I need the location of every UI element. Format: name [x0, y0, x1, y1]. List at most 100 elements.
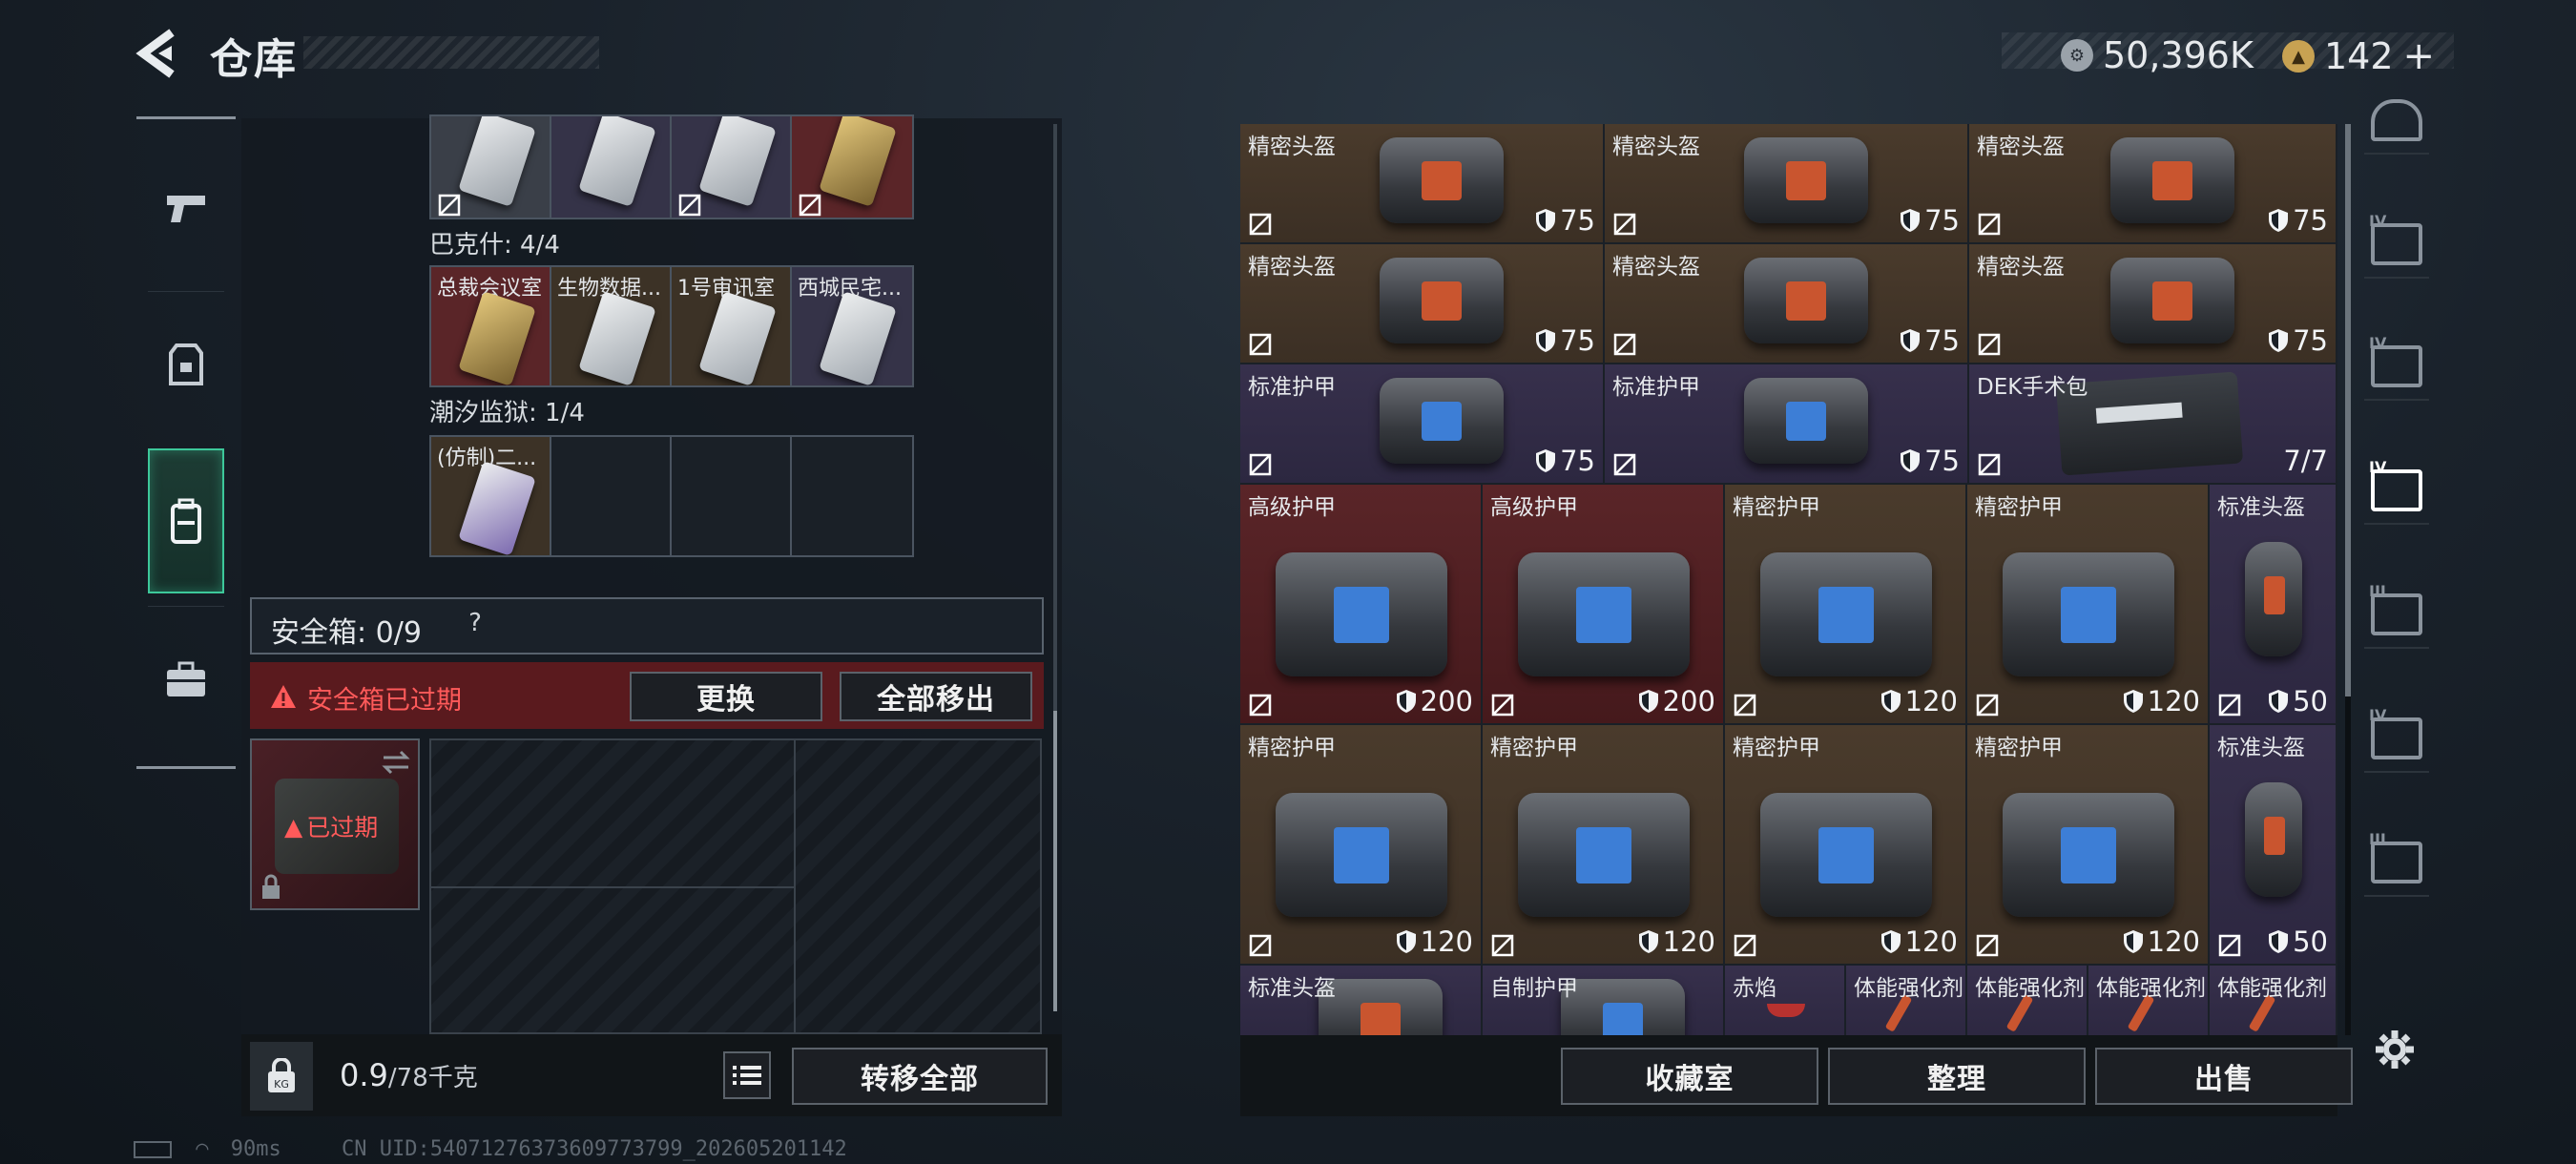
item-name: 精密头盔 — [1612, 255, 1700, 280]
storage-item[interactable]: 精密头盔 75 — [1969, 124, 2337, 244]
storage-item[interactable]: 精密头盔 75 — [1605, 124, 1969, 244]
empty-slot[interactable] — [672, 437, 792, 555]
item-name: 标准护甲 — [1612, 375, 1700, 400]
nav-case[interactable] — [148, 606, 224, 751]
durability-value: 120 — [1904, 685, 1958, 717]
item-durability: 50 — [2268, 925, 2328, 958]
item-name: 标准头盔 — [2217, 495, 2305, 520]
coupons-display[interactable]: ▲ 142 + — [2282, 34, 2435, 78]
storage-item[interactable]: 精密护甲 120 — [1725, 725, 1967, 966]
storage-scroll-thumb[interactable] — [2345, 124, 2351, 696]
category-iv-folder[interactable]: IV — [2364, 334, 2429, 401]
iii-map-icon: III — [2369, 830, 2422, 883]
storage-item[interactable]: 高级护甲 200 — [1483, 485, 1725, 725]
remove-all-button[interactable]: 全部移出 — [840, 672, 1032, 721]
storage-item[interactable]: 精密护甲 120 — [1240, 725, 1483, 966]
storage-item[interactable]: 赤焰 — [1725, 966, 1846, 1035]
durability-value: 50 — [2293, 925, 2328, 958]
storage-item[interactable]: 精密头盔 75 — [1240, 244, 1605, 364]
settings-gear-icon[interactable] — [2372, 1027, 2418, 1072]
expired-message: 安全箱已过期 — [307, 686, 462, 716]
storage-item[interactable]: 体能强化剂 — [1967, 966, 2088, 1035]
transfer-all-button[interactable]: 转移全部 — [792, 1048, 1048, 1105]
replace-button[interactable]: 更换 — [630, 672, 822, 721]
storage-item[interactable]: 标准头盔 50 — [2210, 485, 2337, 725]
storage-item[interactable]: 高级护甲 200 — [1240, 485, 1483, 725]
storage-item[interactable]: 精密头盔 75 — [1969, 244, 2337, 364]
keycard-slot[interactable]: 总裁会议室 — [431, 267, 551, 385]
category-iv-medkit[interactable]: IV — [2364, 458, 2429, 525]
item-durability: 120 — [1638, 925, 1715, 958]
storage-item[interactable]: 标准头盔 50 — [2210, 725, 2337, 966]
keycard-slot[interactable] — [431, 116, 551, 218]
keycard-slot[interactable] — [792, 116, 912, 218]
helmet-image — [1744, 137, 1868, 223]
armor-plate — [1786, 161, 1826, 200]
no-bind-icon — [2217, 933, 2242, 958]
storage-item[interactable]: 体能强化剂 — [1846, 966, 1967, 1035]
keycard-slot[interactable]: 1号审讯室 — [672, 267, 792, 385]
empty-slot[interactable] — [551, 437, 672, 555]
storage-item[interactable]: 自制护甲 — [1483, 966, 1725, 1035]
durability-value: 120 — [2147, 925, 2200, 958]
durability-value: 120 — [1904, 925, 1958, 958]
item-name: 体能强化剂 — [2096, 976, 2206, 1001]
empty-slot[interactable] — [792, 437, 912, 555]
storage-item[interactable]: 标准护甲 75 — [1240, 364, 1605, 485]
category-iv-armor[interactable]: IV — [2364, 212, 2429, 279]
armor-plate — [2152, 161, 2192, 200]
item-durability: 120 — [2123, 925, 2200, 958]
storage-item[interactable]: 精密护甲 120 — [1725, 485, 1967, 725]
category-iii-tool[interactable]: III — [2364, 582, 2429, 649]
no-bind-icon — [1248, 332, 1273, 357]
safe-case-slot[interactable]: ▲ 已过期 — [250, 738, 420, 910]
keycard-slot[interactable] — [672, 116, 792, 218]
storage-item[interactable]: 标准头盔 — [1240, 966, 1483, 1035]
item-name: 自制护甲 — [1490, 976, 1578, 1001]
iv-medkit-icon: IV — [2369, 458, 2422, 511]
category-helmet[interactable] — [2364, 88, 2429, 155]
backpack-scroll-thumb[interactable] — [1053, 711, 1057, 1011]
safe-grid-cell[interactable] — [431, 740, 796, 888]
list-view-button[interactable] — [723, 1051, 771, 1099]
nav-backpack[interactable] — [148, 448, 224, 593]
category-iii-map[interactable]: III — [2364, 830, 2429, 897]
sort-button[interactable]: 整理 — [1828, 1048, 2086, 1105]
keycard-slot[interactable]: 西城民宅... — [792, 267, 912, 385]
storage-item[interactable]: DEK手术包 7/7 — [1969, 364, 2337, 485]
page-title: 仓库 — [210, 35, 298, 84]
storage-item[interactable]: 精密头盔 75 — [1605, 244, 1969, 364]
storage-item[interactable]: 精密护甲 120 — [1967, 485, 2210, 725]
swap-icon[interactable] — [380, 748, 412, 777]
storage-item[interactable]: 体能强化剂 — [2088, 966, 2210, 1035]
storage-item[interactable]: 精密护甲 120 — [1483, 725, 1725, 966]
sell-button[interactable]: 出售 — [2095, 1048, 2353, 1105]
nav-weapons[interactable] — [148, 135, 224, 280]
keycard-slot[interactable]: (仿制)二... — [431, 437, 551, 555]
storage-item[interactable]: 体能强化剂 — [2210, 966, 2337, 1035]
storage-item[interactable]: 标准护甲 75 — [1605, 364, 1969, 485]
armor-image — [1276, 552, 1447, 676]
armor-plate — [1576, 587, 1631, 643]
back-arrow-icon[interactable] — [134, 27, 181, 80]
keycard-slot[interactable] — [551, 116, 672, 218]
keycard-slot[interactable]: 生物数据... — [551, 267, 672, 385]
item-name: 精密护甲 — [1975, 495, 2063, 520]
no-bind-icon — [1975, 693, 2000, 717]
durability-value: 75 — [1924, 324, 1960, 357]
durability-value: 75 — [1560, 445, 1595, 477]
item-durability: 200 — [1396, 685, 1473, 717]
durability-value: 75 — [2293, 324, 2328, 357]
help-icon[interactable]: ? — [458, 609, 492, 643]
storage-item[interactable]: 精密护甲 120 — [1967, 725, 2210, 966]
category-iv-gear[interactable]: IV — [2364, 706, 2429, 773]
armor-image — [1760, 552, 1932, 676]
add-coupons-button[interactable]: + — [2403, 34, 2436, 78]
collection-room-button[interactable]: 收藏室 — [1561, 1048, 1818, 1105]
item-durability: 50 — [2268, 685, 2328, 717]
safe-grid-cell[interactable] — [431, 888, 796, 1036]
storage-item[interactable]: 精密头盔 75 — [1240, 124, 1605, 244]
shield-icon — [2268, 929, 2289, 954]
nav-equipment[interactable] — [148, 291, 224, 436]
warning-icon — [271, 685, 296, 708]
